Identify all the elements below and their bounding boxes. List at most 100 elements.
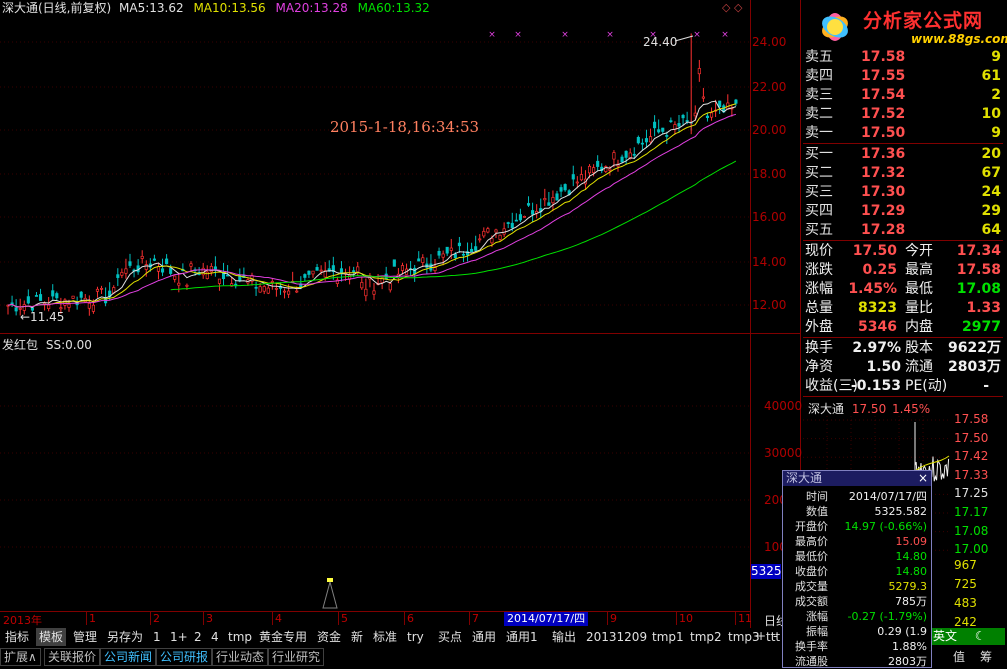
order-label: 卖二 xyxy=(805,106,833,122)
value-tab[interactable]: 值 xyxy=(953,648,965,665)
tab-0[interactable]: 指标 xyxy=(2,628,32,646)
tab-7[interactable]: 4 xyxy=(208,628,222,646)
bottom-tab-1[interactable]: 关联报价 xyxy=(44,648,101,666)
ma10-value: 13.56 xyxy=(231,1,266,15)
tab-9[interactable]: 黄金专用 xyxy=(256,628,310,646)
tab-17[interactable]: 输出 xyxy=(549,628,579,646)
popup-row: 最高价 15.09 xyxy=(783,534,931,549)
chip-tab[interactable]: 筹 xyxy=(980,648,992,665)
stock-title: 深大通(日线,前复权) xyxy=(2,1,112,15)
candle-body xyxy=(388,283,392,291)
tab-6[interactable]: 2 xyxy=(191,628,205,646)
tab-20[interactable]: tmp2 xyxy=(687,628,725,646)
bottom-tab-5[interactable]: 行业研究 xyxy=(268,648,325,666)
data-popup[interactable]: 深大通 × 时间 2014/07/17/四 数值 5325.582 开盘价 14.97 (… xyxy=(782,470,932,668)
tab-1[interactable]: 模板 xyxy=(36,628,67,646)
candle-body xyxy=(669,120,673,123)
mini-axis-label: 17.00 xyxy=(954,542,989,557)
tab-2[interactable]: 管理 xyxy=(70,628,100,646)
bottom-tab-2[interactable]: 公司新闻 xyxy=(100,648,157,666)
candle-body xyxy=(657,129,661,133)
turnover: 2.97% xyxy=(852,340,901,356)
tab-13[interactable]: try xyxy=(404,628,427,646)
bottom-tab-0[interactable]: 扩展∧ xyxy=(0,648,41,666)
bottom-tab-3[interactable]: 公司研报 xyxy=(156,648,213,666)
tab-14[interactable]: 买点 xyxy=(435,628,465,646)
tab-8[interactable]: tmp xyxy=(225,628,255,646)
signal-mark: × xyxy=(721,30,729,40)
popup-key: 流通股 xyxy=(795,655,828,668)
ime-indicator[interactable]: 英文 ☾ xyxy=(925,628,1005,645)
signal-mark: × xyxy=(488,30,496,40)
tab-16[interactable]: 通用1 xyxy=(503,628,541,646)
timestamp-watermark: 2015-1-18,16:34:53 xyxy=(330,118,480,136)
change: 0.25 xyxy=(862,262,897,278)
candle-body xyxy=(587,165,592,174)
quote-divider xyxy=(803,240,1003,241)
popup-title-bar[interactable]: 深大通 × xyxy=(783,471,931,486)
tab-10[interactable]: 资金 xyxy=(314,628,344,646)
low-price: 17.08 xyxy=(956,281,1001,297)
bottom-tab-4[interactable]: 行业动态 xyxy=(212,648,269,666)
value-marker: 5325 xyxy=(751,564,782,579)
candle-body xyxy=(596,160,600,167)
axis-tick-label: 14.00 xyxy=(752,255,787,269)
popup-row: 振幅 0.29 (1.9 xyxy=(783,624,931,639)
candle-body xyxy=(156,266,161,272)
close-icon[interactable]: × xyxy=(918,471,928,486)
candle-body xyxy=(681,114,685,119)
open-price: 17.34 xyxy=(956,243,1001,259)
tab-19[interactable]: tmp1 xyxy=(649,628,687,646)
tab-12[interactable]: 标准 xyxy=(370,628,400,646)
zoom-in-button[interactable]: + xyxy=(756,629,766,643)
ma20-label: MA20: xyxy=(275,1,314,15)
month-label: 2 xyxy=(150,612,160,625)
popup-row: 时间 2014/07/17/四 xyxy=(783,489,931,504)
tab-11[interactable]: 新 xyxy=(348,628,366,646)
quote-label: 最低 xyxy=(905,281,933,297)
candle-body xyxy=(55,293,59,299)
candle-body xyxy=(10,302,14,305)
logo-banner: 分析家公式网 www.88gs.com xyxy=(803,0,1007,54)
tab-18[interactable]: 20131209 xyxy=(583,628,650,646)
popup-value: 5279.3 xyxy=(888,580,928,593)
candle-body xyxy=(254,286,258,289)
order-label: 买三 xyxy=(805,184,833,200)
candle-body xyxy=(258,286,262,293)
popup-row: 开盘价 14.97 (-0.66%) xyxy=(783,519,931,534)
candle-body xyxy=(63,299,67,306)
candle-body xyxy=(360,282,364,289)
indicator-chart[interactable] xyxy=(0,350,750,610)
diamond-icons[interactable]: ◇ ◇ xyxy=(722,0,742,16)
zoom-out-button[interactable]: - xyxy=(773,629,777,643)
candle-body xyxy=(486,228,490,233)
tab-3[interactable]: 另存为 xyxy=(104,628,146,646)
candle-body xyxy=(116,274,120,278)
popup-row: 流通股 2803万 xyxy=(783,654,931,669)
popup-value: 15.09 xyxy=(895,535,928,548)
order-price: 17.58 xyxy=(861,49,906,65)
buy-row: 买五 17.28 64 xyxy=(805,221,1003,240)
tab-5[interactable]: 1+ xyxy=(167,628,191,646)
mini-volume-label: 967 xyxy=(954,558,977,572)
order-price: 17.28 xyxy=(861,222,906,238)
tab-15[interactable]: 通用 xyxy=(469,628,499,646)
month-label: 3 xyxy=(203,612,213,625)
total-shares: 9622万 xyxy=(948,340,1001,356)
quote-label: 现价 xyxy=(805,243,833,259)
signal-mark: × xyxy=(606,30,614,40)
candle-body xyxy=(445,246,449,254)
candle-body xyxy=(400,265,405,271)
mini-pct: 1.45% xyxy=(892,402,931,416)
candle-body xyxy=(547,202,551,206)
candle-body xyxy=(140,255,144,259)
candlestick-chart[interactable]: × × × × × × ×24.40←11.45 xyxy=(0,16,750,332)
x-axis-line xyxy=(0,611,750,612)
order-label: 卖三 xyxy=(805,87,833,103)
candle-body xyxy=(461,253,466,256)
candle-body xyxy=(478,238,482,241)
mini-axis-label: 17.58 xyxy=(954,412,989,426)
candle-body xyxy=(417,258,421,262)
candle-body xyxy=(661,127,665,132)
tab-4[interactable]: 1 xyxy=(150,628,164,646)
